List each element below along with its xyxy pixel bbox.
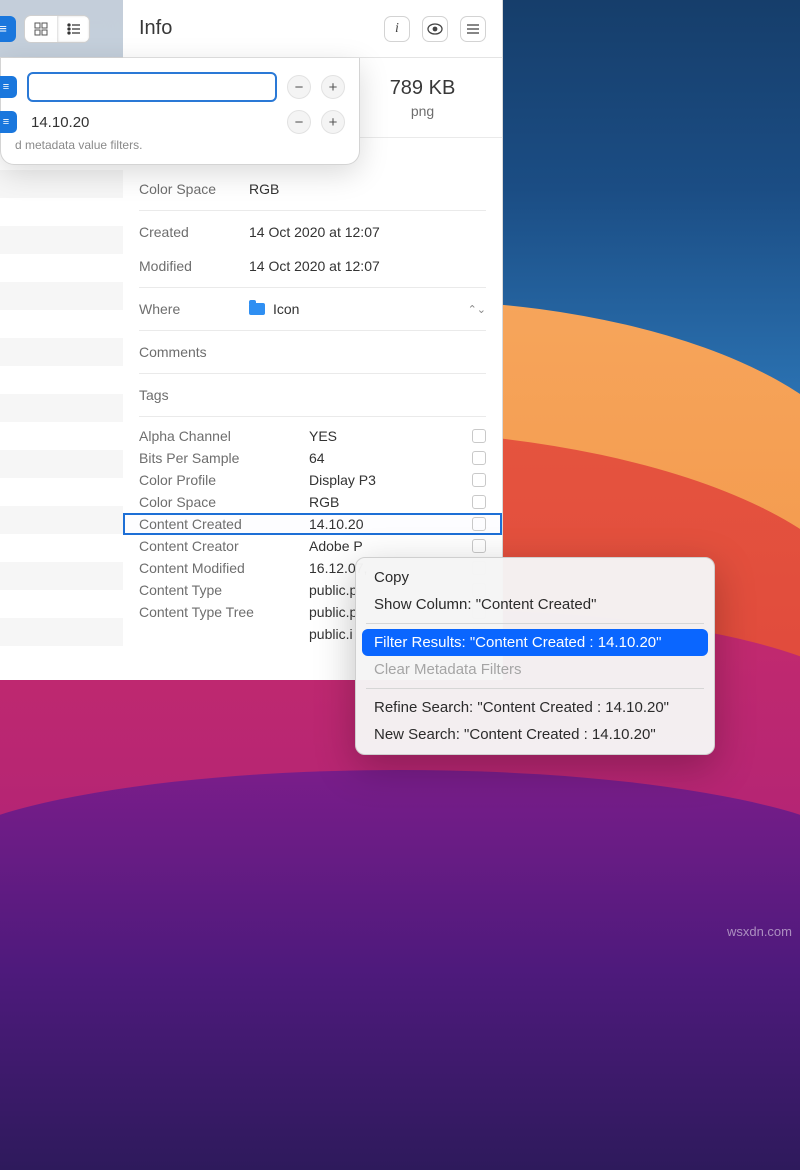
metadata-value: 64 — [309, 450, 472, 466]
filter-panel: ≡ − + ≡ 14.10.20 − + d metadata value fi… — [0, 58, 360, 165]
where-value[interactable]: Icon — [273, 301, 299, 317]
modified-value: 14 Oct 2020 at 12:07 — [249, 258, 486, 274]
metadata-checkbox[interactable] — [472, 429, 486, 443]
metadata-key: Content Type Tree — [139, 604, 309, 620]
filter-tag-icon: ≡ — [0, 76, 17, 98]
tags-value[interactable] — [249, 387, 486, 403]
metadata-key: Bits Per Sample — [139, 450, 309, 466]
metadata-checkbox[interactable] — [472, 539, 486, 553]
file-size: 789 KB — [390, 77, 456, 100]
settings-lines-icon[interactable] — [460, 16, 486, 42]
metadata-checkbox[interactable] — [472, 495, 486, 509]
view-list-button[interactable] — [57, 16, 89, 42]
filter-add-button[interactable]: + — [321, 75, 345, 99]
metadata-key: Color Profile — [139, 472, 309, 488]
filter-tag-icon: ≡ — [0, 111, 17, 133]
metadata-checkbox[interactable] — [472, 517, 486, 531]
comments-value[interactable] — [249, 344, 486, 360]
metadata-checkbox[interactable] — [472, 451, 486, 465]
metadata-value: RGB — [309, 494, 472, 510]
watermark-text: wsxdn.com — [727, 924, 792, 939]
filter-remove-button[interactable]: − — [287, 110, 311, 134]
menu-new-search[interactable]: New Search: "Content Created : 14.10.20" — [362, 721, 708, 748]
modified-label: Modified — [139, 258, 249, 274]
filter-remove-button[interactable]: − — [287, 75, 311, 99]
colorspace-value: RGB — [249, 181, 486, 197]
filter-input[interactable] — [27, 72, 277, 102]
quicklook-icon[interactable] — [422, 16, 448, 42]
menu-clear-filters: Clear Metadata Filters — [362, 656, 708, 683]
metadata-row[interactable]: Bits Per Sample64 — [123, 447, 502, 469]
folder-icon — [249, 303, 265, 315]
menu-filter-results[interactable]: Filter Results: "Content Created : 14.10… — [362, 629, 708, 656]
metadata-value: Adobe P — [309, 538, 472, 554]
tags-label: Tags — [139, 387, 249, 403]
colorspace-label: Color Space — [139, 181, 249, 197]
info-title: Info — [139, 17, 172, 40]
filter-add-button[interactable]: + — [321, 110, 345, 134]
window-toolbar: ≡ — [0, 0, 125, 58]
metadata-row[interactable]: Content Created14.10.20 — [123, 513, 502, 535]
file-type: png — [411, 103, 434, 119]
created-label: Created — [139, 224, 249, 240]
metadata-key: Content Modified — [139, 560, 309, 576]
metadata-key: Alpha Channel — [139, 428, 309, 444]
filter-value-text[interactable]: 14.10.20 — [27, 114, 277, 131]
context-menu: Copy Show Column: "Content Created" Filt… — [355, 557, 715, 755]
metadata-value: Display P3 — [309, 472, 472, 488]
metadata-key: Content Type — [139, 582, 309, 598]
comments-label: Comments — [139, 344, 249, 360]
metadata-key: Content Creator — [139, 538, 309, 554]
metadata-value: YES — [309, 428, 472, 444]
filter-helper-text: d metadata value filters. — [1, 138, 359, 156]
metadata-key: Content Created — [139, 516, 309, 532]
created-value: 14 Oct 2020 at 12:07 — [249, 224, 486, 240]
info-icon[interactable]: i — [384, 16, 410, 42]
view-grid-button[interactable] — [25, 16, 57, 42]
menu-refine-search[interactable]: Refine Search: "Content Created : 14.10.… — [362, 694, 708, 721]
metadata-row[interactable]: Color ProfileDisplay P3 — [123, 469, 502, 491]
menu-copy[interactable]: Copy — [362, 564, 708, 591]
app-icon[interactable]: ≡ — [0, 16, 16, 42]
where-label: Where — [139, 301, 249, 317]
metadata-row[interactable]: Content CreatorAdobe P — [123, 535, 502, 557]
metadata-row[interactable]: Alpha ChannelYES — [123, 425, 502, 447]
metadata-value: 14.10.20 — [309, 516, 472, 532]
view-mode-segment — [24, 15, 90, 43]
metadata-row[interactable]: Color SpaceRGB — [123, 491, 502, 513]
where-popup-icon[interactable]: ⌃⌄ — [468, 303, 486, 316]
metadata-key: Color Space — [139, 494, 309, 510]
metadata-checkbox[interactable] — [472, 473, 486, 487]
menu-show-column[interactable]: Show Column: "Content Created" — [362, 591, 708, 618]
